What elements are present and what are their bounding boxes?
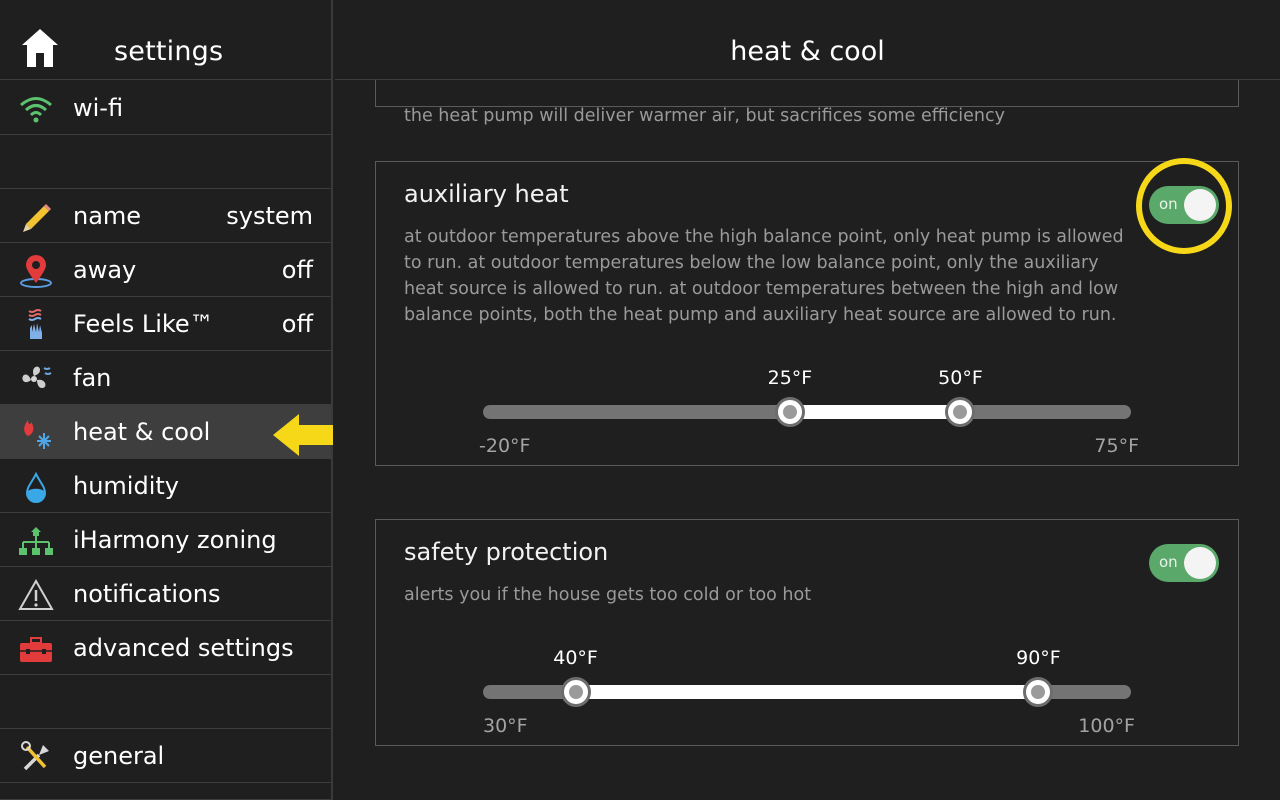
sidebar-item-label: iHarmony zoning <box>73 526 277 554</box>
sidebar-item-name[interactable]: name system <box>0 189 331 243</box>
map-pin-icon <box>20 255 52 288</box>
card-description: alerts you if the house gets too cold or… <box>404 585 812 605</box>
sidebar-item-label: away <box>73 256 137 284</box>
sidebar-item-feels-like[interactable]: Feels Like™ off <box>0 297 331 351</box>
card-description: the heat pump will deliver warmer air, b… <box>404 106 1005 126</box>
sidebar-spacer <box>0 135 331 189</box>
card-title: auxiliary heat <box>404 180 569 208</box>
zoning-tree-icon <box>19 527 53 555</box>
slider-min-label: 30°F <box>483 715 528 737</box>
tools-icon <box>21 741 49 771</box>
sidebar-item-humidity[interactable]: humidity <box>0 459 331 513</box>
hand-heat-icon <box>28 309 42 339</box>
main-content[interactable]: the heat pump will deliver warmer air, b… <box>335 80 1280 800</box>
sidebar-spacer <box>0 783 331 800</box>
high-value-label: 50°F <box>938 367 983 389</box>
main-header: heat & cool <box>335 0 1280 80</box>
flame-snowflake-icon <box>24 420 51 449</box>
sidebar-item-label: advanced settings <box>73 634 294 662</box>
safety-protection-toggle[interactable]: on <box>1149 544 1219 582</box>
sidebar-item-label: notifications <box>73 580 221 608</box>
pointer-arrow-icon <box>273 414 333 456</box>
card-description: at outdoor temperatures above the high b… <box>404 227 1124 325</box>
sidebar-title: settings <box>114 36 224 67</box>
sidebar-item-label: Feels Like™ <box>73 310 214 338</box>
sidebar-item-label: name <box>73 202 142 230</box>
fan-icon <box>22 366 52 388</box>
sidebar-item-label: general <box>73 742 165 770</box>
sidebar-item-value: off <box>281 256 313 284</box>
slider-max-label: 75°F <box>1094 435 1139 457</box>
water-drop-icon <box>25 471 47 503</box>
sidebar-item-label: humidity <box>73 472 179 500</box>
warning-triangle-icon <box>18 578 54 610</box>
slider-range-fill <box>575 685 1039 699</box>
toggle-knob <box>1184 189 1216 221</box>
high-temp-thumb[interactable] <box>1023 677 1054 707</box>
sidebar: settings wi-fi name system away off Feel… <box>0 0 333 800</box>
slider-max-label: 100°F <box>1078 715 1135 737</box>
toggle-knob <box>1184 547 1216 579</box>
slider-range-fill <box>789 405 961 419</box>
home-icon[interactable] <box>20 27 60 69</box>
wifi-icon <box>20 97 52 123</box>
low-value-label: 25°F <box>767 367 813 389</box>
card-title: safety protection <box>404 538 609 566</box>
sidebar-header: settings <box>0 0 331 80</box>
low-temp-thumb[interactable] <box>560 677 591 707</box>
balance-point-slider[interactable]: 25°F 50°F -20°F 75°F <box>479 367 1139 457</box>
sidebar-spacer <box>0 675 331 729</box>
sidebar-item-label: wi-fi <box>73 94 124 122</box>
toolbox-icon <box>20 637 52 662</box>
high-balance-thumb[interactable] <box>945 397 976 427</box>
sidebar-item-advanced-settings[interactable]: advanced settings <box>0 621 331 675</box>
pencil-icon <box>23 204 51 232</box>
sidebar-item-away[interactable]: away off <box>0 243 331 297</box>
slider-min-label: -20°F <box>479 435 531 457</box>
sidebar-item-value: off <box>281 310 313 338</box>
auxiliary-heat-toggle[interactable]: on <box>1149 186 1219 224</box>
previous-setting-card: the heat pump will deliver warmer air, b… <box>375 80 1239 126</box>
sidebar-item-general[interactable]: general <box>0 729 331 783</box>
sidebar-item-label: heat & cool <box>73 418 211 446</box>
sidebar-item-fan[interactable]: fan <box>0 351 331 405</box>
sidebar-item-zoning[interactable]: iHarmony zoning <box>0 513 331 567</box>
sidebar-item-notifications[interactable]: notifications <box>0 567 331 621</box>
sidebar-item-label: fan <box>73 364 112 392</box>
safety-range-slider[interactable]: 40°F 90°F 30°F 100°F <box>483 647 1135 737</box>
auxiliary-heat-card: auxiliary heat at outdoor temperatures a… <box>375 158 1239 466</box>
high-value-label: 90°F <box>1016 647 1061 669</box>
toggle-label: on <box>1159 553 1178 571</box>
sidebar-item-wifi[interactable]: wi-fi <box>0 81 331 135</box>
sidebar-item-value: system <box>226 202 313 230</box>
low-balance-thumb[interactable] <box>774 397 805 427</box>
page-title: heat & cool <box>730 36 885 67</box>
low-value-label: 40°F <box>553 647 598 669</box>
safety-protection-card: safety protection alerts you if the hous… <box>375 519 1239 746</box>
toggle-label: on <box>1159 195 1178 213</box>
